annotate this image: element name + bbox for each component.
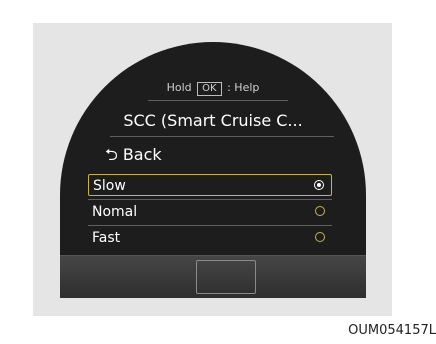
divider xyxy=(88,199,332,200)
image-code: OUM054157L xyxy=(348,323,436,338)
divider xyxy=(148,100,288,101)
option-label: Fast xyxy=(92,230,121,246)
option-label: Nomal xyxy=(92,204,138,220)
menu-title: SCC (Smart Cruise C... xyxy=(123,111,303,130)
radio-selected-icon xyxy=(314,180,324,190)
bottom-indicator-box xyxy=(196,260,256,294)
back-arrow-icon: ⮌ xyxy=(105,145,118,164)
ok-key-label: OK xyxy=(197,82,222,96)
radio-unselected-icon xyxy=(315,232,325,242)
divider xyxy=(110,136,334,137)
option-normal[interactable]: Nomal xyxy=(88,201,332,223)
bottom-bar xyxy=(60,255,366,298)
divider xyxy=(88,225,332,226)
option-slow[interactable]: Slow xyxy=(88,174,332,196)
help-hint: Hold OK : Help xyxy=(60,80,366,96)
option-fast[interactable]: Fast xyxy=(88,227,332,249)
hint-help: : Help xyxy=(227,81,260,94)
option-label: Slow xyxy=(93,178,126,194)
hint-hold: Hold xyxy=(166,81,192,94)
cluster-display: Hold OK : Help SCC (Smart Cruise C... ⮌ B… xyxy=(60,42,366,298)
radio-unselected-icon xyxy=(315,206,325,216)
back-button[interactable]: ⮌ Back xyxy=(105,145,162,165)
back-label: Back xyxy=(122,145,162,164)
